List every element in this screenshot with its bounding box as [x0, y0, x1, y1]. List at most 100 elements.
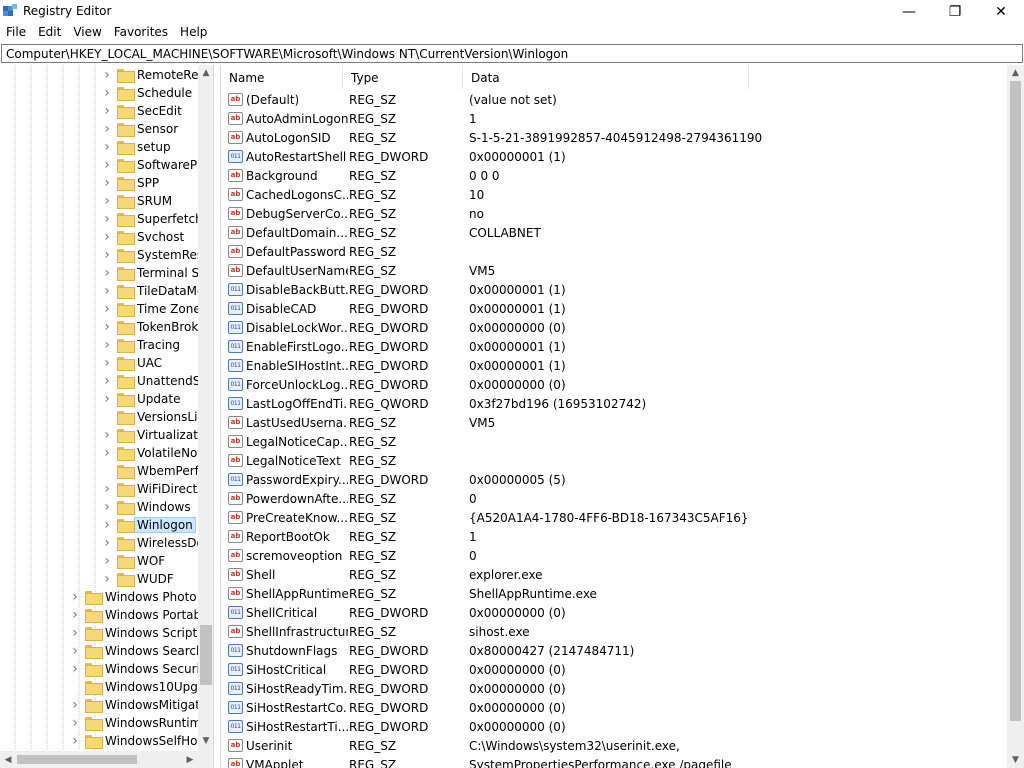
chevron-right-icon[interactable]: › — [102, 480, 112, 498]
value-row[interactable]: 011 SiHostReadyTim... REG_DWORD 0x00000000 … — [221, 679, 1007, 698]
column-header-type[interactable]: Type — [343, 65, 463, 89]
tree-item-time-zones[interactable]: › Time Zones — [102, 300, 207, 318]
value-row[interactable]: 011 SiHostRestartCo... REG_DWORD 0x00000000… — [221, 698, 1007, 717]
tree-item-sensor[interactable]: › Sensor — [102, 120, 178, 138]
tree-item-unattendse[interactable]: › UnattendSe — [102, 372, 208, 390]
chevron-right-icon[interactable]: › — [70, 660, 80, 678]
chevron-right-icon[interactable]: › — [102, 102, 112, 120]
tree-item-schedule[interactable]: › Schedule — [102, 84, 192, 102]
tree-item-windows-photo-v[interactable]: › Windows Photo V — [70, 588, 209, 606]
minimize-button[interactable]: — — [886, 0, 932, 23]
scroll-left-icon[interactable]: ◀ — [0, 751, 16, 768]
chevron-right-icon[interactable]: › — [102, 228, 112, 246]
chevron-right-icon[interactable]: › — [102, 336, 112, 354]
value-row[interactable]: 011 EnableFirstLogo... REG_DWORD 0x00000001… — [221, 337, 1007, 356]
tree-item-volatilenot[interactable]: › VolatileNot — [102, 444, 202, 462]
value-row[interactable]: 011 PasswordExpiry... REG_DWORD 0x00000005 … — [221, 470, 1007, 489]
tree-item-tokenbroke[interactable]: › TokenBroke — [102, 318, 205, 336]
tree-item-secedit[interactable]: › SecEdit — [102, 102, 182, 120]
tree-item-softwarepr[interactable]: › SoftwarePr — [102, 156, 202, 174]
scroll-up-icon[interactable]: ▲ — [1007, 65, 1024, 81]
value-row[interactable]: ab AutoLogonSID REG_SZ S-1-5-21-3891992857-… — [221, 128, 1007, 147]
value-row[interactable]: ab DefaultUserName REG_SZ VM5 — [221, 261, 1007, 280]
menu-favorites[interactable]: Favorites — [108, 23, 174, 43]
chevron-right-icon[interactable]: › — [102, 498, 112, 516]
chevron-right-icon[interactable]: › — [70, 606, 80, 624]
value-row[interactable]: 011 SiHostRestartTi... REG_DWORD 0x00000000… — [221, 717, 1007, 736]
value-row[interactable]: 011 ShutdownFlags REG_DWORD 0x80000427 (214… — [221, 641, 1007, 660]
column-header-name[interactable]: Name — [221, 65, 343, 89]
tree-item-windows[interactable]: › Windows — [102, 498, 191, 516]
value-row[interactable]: ab LegalNoticeCap... REG_SZ — [221, 432, 1007, 451]
scroll-right-icon[interactable]: ▶ — [182, 751, 198, 768]
chevron-right-icon[interactable]: › — [102, 354, 112, 372]
chevron-right-icon[interactable]: › — [102, 156, 112, 174]
value-row[interactable]: ab ReportBootOk REG_SZ 1 — [221, 527, 1007, 546]
tree-item-update[interactable]: › Update — [102, 390, 180, 408]
menu-edit[interactable]: Edit — [32, 23, 67, 43]
tree-item-tiledatamo[interactable]: › TileDataMo — [102, 282, 204, 300]
chevron-right-icon[interactable]: › — [70, 588, 80, 606]
chevron-right-icon[interactable]: › — [70, 714, 80, 732]
value-row[interactable]: ab scremoveoption REG_SZ 0 — [221, 546, 1007, 565]
value-row[interactable]: 011 DisableBackButt... REG_DWORD 0x00000001… — [221, 280, 1007, 299]
chevron-right-icon[interactable]: › — [102, 390, 112, 408]
list-vertical-scrollbar[interactable]: ▲ ▼ — [1007, 65, 1024, 768]
tree-item-wbemperf[interactable]: WbemPerf — [102, 462, 199, 480]
tree-item-terminal-se[interactable]: › Terminal Se — [102, 264, 207, 282]
value-row[interactable]: ab Background REG_SZ 0 0 0 — [221, 166, 1007, 185]
tree-item-svchost[interactable]: › Svchost — [102, 228, 184, 246]
value-row[interactable]: ab VMApplet REG_SZ SystemPropertiesPerforma… — [221, 755, 1007, 768]
value-row[interactable]: ab DefaultPassword REG_SZ — [221, 242, 1007, 261]
chevron-right-icon[interactable]: › — [102, 516, 112, 534]
chevron-right-icon[interactable]: › — [102, 264, 112, 282]
value-row[interactable]: ab DebugServerCo... REG_SZ no — [221, 204, 1007, 223]
tree-horizontal-scrollbar[interactable]: ◀ ▶ — [0, 751, 213, 768]
value-row[interactable]: ab Userinit REG_SZ C:\Windows\system32\user… — [221, 736, 1007, 755]
chevron-right-icon[interactable]: › — [102, 534, 112, 552]
chevron-right-icon[interactable]: › — [102, 444, 112, 462]
tree-scroll-thumb[interactable] — [200, 625, 212, 685]
chevron-right-icon[interactable]: › — [102, 318, 112, 336]
list-scroll-thumb[interactable] — [1010, 81, 1021, 721]
tree-vertical-scrollbar[interactable]: ▲ ▼ — [198, 65, 213, 755]
value-row[interactable]: 011 LastLogOffEndTi... REG_QWORD 0x3f27bd19… — [221, 394, 1007, 413]
chevron-right-icon[interactable]: › — [102, 570, 112, 588]
value-row[interactable]: ab ShellInfrastructure REG_SZ sihost.exe — [221, 622, 1007, 641]
tree-item-winlogon[interactable]: › Winlogon — [102, 516, 196, 534]
chevron-right-icon[interactable]: › — [102, 426, 112, 444]
chevron-right-icon[interactable]: › — [102, 138, 112, 156]
value-row[interactable]: 011 DisableCAD REG_DWORD 0x00000001 (1) — [221, 299, 1007, 318]
value-row[interactable]: 011 ForceUnlockLog... REG_DWORD 0x00000000 … — [221, 375, 1007, 394]
close-button[interactable]: ✕ — [978, 0, 1024, 23]
tree-item-windows-portabl[interactable]: › Windows Portabl — [70, 606, 204, 624]
chevron-right-icon[interactable]: › — [102, 300, 112, 318]
tree-item-tracing[interactable]: › Tracing — [102, 336, 180, 354]
value-row[interactable]: ab DefaultDomain... REG_SZ COLLABNET — [221, 223, 1007, 242]
tree-item-remotereg[interactable]: › RemoteReg — [102, 66, 206, 84]
tree-item-versionslist[interactable]: VersionsList — [102, 408, 208, 426]
scroll-down-icon[interactable]: ▼ — [1007, 752, 1024, 768]
chevron-right-icon[interactable]: › — [102, 84, 112, 102]
chevron-right-icon[interactable]: › — [102, 120, 112, 138]
tree-item-uac[interactable]: › UAC — [102, 354, 162, 372]
chevron-right-icon[interactable]: › — [102, 282, 112, 300]
maximize-button[interactable]: ❐ — [932, 0, 978, 23]
value-row[interactable]: ab CachedLogonsC... REG_SZ 10 — [221, 185, 1007, 204]
chevron-right-icon[interactable]: › — [102, 210, 112, 228]
value-row[interactable]: ab PreCreateKnow... REG_SZ {A520A1A4-1780-4… — [221, 508, 1007, 527]
tree-item-windowsruntime[interactable]: › WindowsRuntime — [70, 714, 209, 732]
value-row[interactable]: ab AutoAdminLogon REG_SZ 1 — [221, 109, 1007, 128]
chevron-right-icon[interactable]: › — [102, 192, 112, 210]
tree-item-systemrest[interactable]: › SystemRest — [102, 246, 208, 264]
value-row[interactable]: 011 ShellCritical REG_DWORD 0x00000000 (0) — [221, 603, 1007, 622]
tree-item-windowsselfhost[interactable]: › WindowsSelfHost — [70, 732, 208, 750]
tree-item-srum[interactable]: › SRUM — [102, 192, 172, 210]
tree-item-windows-security[interactable]: › Windows Security — [70, 660, 212, 678]
tree-item-wof[interactable]: › WOF — [102, 552, 165, 570]
value-row[interactable]: ab LastUsedUserna... REG_SZ VM5 — [221, 413, 1007, 432]
value-row[interactable]: ab (Default) REG_SZ (value not set) — [221, 90, 1007, 109]
tree-item-wifidirecta[interactable]: › WiFiDirectA — [102, 480, 205, 498]
tree-item-wudf[interactable]: › WUDF — [102, 570, 174, 588]
chevron-right-icon[interactable]: › — [70, 642, 80, 660]
